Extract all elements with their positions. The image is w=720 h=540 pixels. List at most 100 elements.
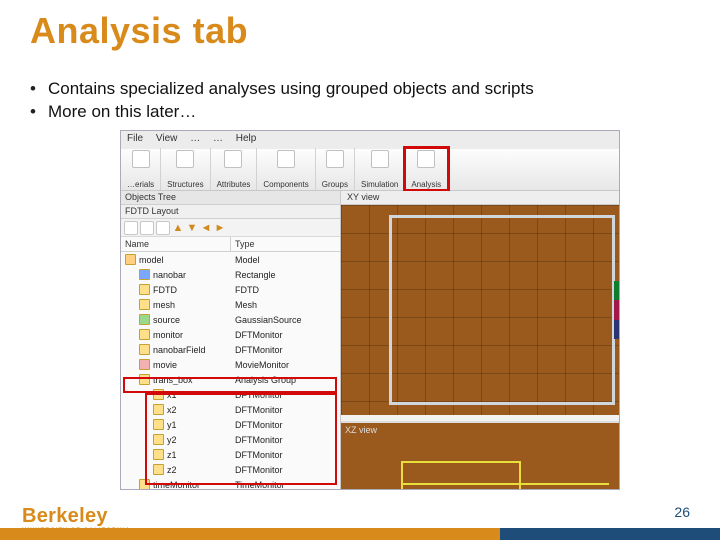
- tree-item-type: DFTMonitor: [231, 405, 340, 415]
- bullet-list: Contains specialized analyses using grou…: [30, 78, 534, 124]
- menu-item[interactable]: View: [156, 133, 178, 144]
- objects-tree-panel: Objects Tree FDTD Layout ▲ ▼ ◄ ► Name Ty…: [121, 191, 341, 489]
- tree-row[interactable]: y1DFTMonitor: [121, 417, 340, 432]
- tree-row[interactable]: modelModel: [121, 252, 340, 267]
- tree-item-type: Mesh: [231, 300, 340, 310]
- tree-item-type: DFTMonitor: [231, 420, 340, 430]
- page-number: 26: [674, 504, 690, 520]
- attributes-icon: [224, 150, 242, 168]
- objects-tree-toolbar: ▲ ▼ ◄ ►: [121, 219, 340, 237]
- tree-item-icon: [139, 344, 150, 355]
- ribbon-label: Analysis: [411, 180, 441, 189]
- analysis-icon: [417, 150, 435, 168]
- ribbon-label: Components: [263, 180, 308, 189]
- simulation-region: [389, 215, 615, 405]
- tree-item-icon: [139, 329, 150, 340]
- ribbon-group-groups[interactable]: Groups: [316, 148, 355, 190]
- tree-item-name: x2: [167, 405, 177, 415]
- ribbon-group-components[interactable]: Components: [257, 148, 315, 190]
- tree-item-icon: [125, 254, 136, 265]
- tree-item-name: trans_box: [153, 375, 193, 385]
- bullet-item: More on this later…: [30, 101, 534, 124]
- footer-bar-blue: [500, 528, 720, 540]
- tree-row[interactable]: y2DFTMonitor: [121, 432, 340, 447]
- tree-item-name: monitor: [153, 330, 183, 340]
- tree-row[interactable]: movieMovieMonitor: [121, 357, 340, 372]
- ribbon-group-analysis[interactable]: Analysis: [405, 148, 448, 190]
- tree-item-type: Rectangle: [231, 270, 340, 280]
- tree-item-type: MovieMonitor: [231, 360, 340, 370]
- footer-bar-orange: [0, 528, 500, 540]
- screenshot-wrap: File View … … Help …erials Structures At…: [120, 130, 620, 490]
- col-name[interactable]: Name: [121, 237, 231, 251]
- tree-item-type: DFTMonitor: [231, 465, 340, 475]
- tree-row[interactable]: x2 DFTMonitor: [121, 402, 340, 417]
- tree-item-icon: [139, 359, 150, 370]
- toolbar-icon[interactable]: [124, 221, 138, 235]
- ribbon-group-attributes[interactable]: Attributes: [211, 148, 258, 190]
- logo-text: Berkeley: [22, 505, 108, 527]
- menu-item[interactable]: …: [190, 133, 200, 144]
- tree-row[interactable]: z1DFTMonitor: [121, 447, 340, 462]
- app-screenshot: File View … … Help …erials Structures At…: [120, 130, 620, 490]
- objects-tree-root[interactable]: FDTD Layout: [121, 205, 340, 219]
- arrow-left-icon[interactable]: ◄: [200, 222, 212, 234]
- toolbar-icon[interactable]: [140, 221, 154, 235]
- tree-item-icon: [139, 299, 150, 310]
- tree-item-name: x1: [167, 390, 177, 400]
- tree-row[interactable]: x1 DFTMonitor: [121, 387, 340, 402]
- tree-row[interactable]: FDTDFDTD: [121, 282, 340, 297]
- arrow-down-icon[interactable]: ▼: [186, 222, 198, 234]
- tree-item-name: FDTD: [153, 285, 177, 295]
- tree-row[interactable]: nanobarField DFTMonitor: [121, 342, 340, 357]
- arrow-right-icon[interactable]: ►: [214, 222, 226, 234]
- tree-item-icon: [139, 284, 150, 295]
- tree-body: modelModel nanobar Rectangle FDTDFDTD mesh Me…: [121, 252, 340, 490]
- tree-item-icon: [153, 464, 164, 475]
- tree-item-icon: [153, 449, 164, 460]
- ribbon: …erials Structures Attributes Components…: [121, 149, 619, 191]
- view-area: XY view XZ view: [341, 191, 619, 489]
- tree-item-type: GaussianSource: [231, 315, 340, 325]
- tree-item-icon: [153, 434, 164, 445]
- xz-marker: [401, 461, 521, 490]
- tree-item-name: model: [139, 255, 164, 265]
- tree-item-name: timeMonitor: [153, 480, 200, 490]
- menu-item[interactable]: File: [127, 133, 143, 144]
- tree-item-icon: [139, 269, 150, 280]
- tree-row[interactable]: monitor DFTMonitor: [121, 327, 340, 342]
- menu-item[interactable]: Help: [236, 133, 257, 144]
- simulation-icon: [371, 150, 389, 168]
- tree-row[interactable]: z2DFTMonitor: [121, 462, 340, 477]
- groups-icon: [326, 150, 344, 168]
- ribbon-group-materials[interactable]: …erials: [121, 148, 161, 190]
- toolbar-icon[interactable]: [156, 221, 170, 235]
- tree-row[interactable]: mesh Mesh: [121, 297, 340, 312]
- tree-row[interactable]: timeMonitor TimeMonitor: [121, 477, 340, 490]
- ribbon-group-structures[interactable]: Structures: [161, 148, 210, 190]
- ribbon-label: Structures: [167, 180, 203, 189]
- xy-view[interactable]: [341, 205, 619, 415]
- axis-indicator: [614, 281, 620, 339]
- tree-item-type: Analysis Group: [231, 375, 340, 385]
- view-tab-xy[interactable]: XY view: [341, 191, 619, 205]
- tree-item-icon: [153, 404, 164, 415]
- tree-row[interactable]: trans_box Analysis Group: [121, 372, 340, 387]
- arrow-up-icon[interactable]: ▲: [172, 222, 184, 234]
- tree-item-type: DFTMonitor: [231, 390, 340, 400]
- tree-item-icon: [139, 314, 150, 325]
- tree-item-name: nanobar: [153, 270, 186, 280]
- tree-row[interactable]: nanobar Rectangle: [121, 267, 340, 282]
- tree-item-type: DFTMonitor: [231, 345, 340, 355]
- ribbon-group-simulation[interactable]: Simulation: [355, 148, 405, 190]
- tree-item-type: DFTMonitor: [231, 330, 340, 340]
- xz-view[interactable]: XZ view: [341, 421, 619, 489]
- tree-item-type: TimeMonitor: [231, 480, 340, 490]
- tree-row[interactable]: sourceGaussianSource: [121, 312, 340, 327]
- tree-item-name: mesh: [153, 300, 175, 310]
- slide-title: Analysis tab: [30, 10, 248, 52]
- slide-footer: Berkeley UNIVERSITY OF CALIFORNIA 26: [0, 494, 720, 540]
- menu-item[interactable]: …: [213, 133, 223, 144]
- tree-item-name: nanobarField: [153, 345, 206, 355]
- col-type[interactable]: Type: [231, 237, 340, 251]
